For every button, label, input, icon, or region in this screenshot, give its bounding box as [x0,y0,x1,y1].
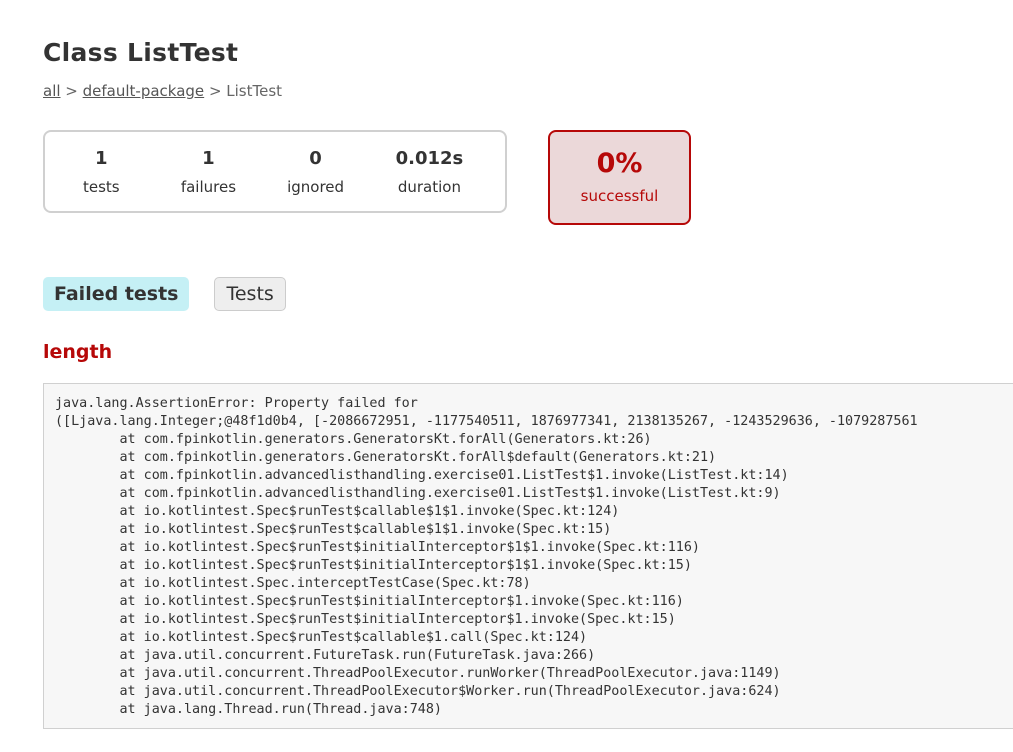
success-rate-box: 0% successful [548,130,691,225]
ignored-label: ignored [287,177,345,196]
tab-bar: Failed tests Tests [43,277,311,311]
tests-label: tests [82,177,120,196]
counters-box: 1 tests 1 failures 0 ignored 0.012s dura… [43,130,507,213]
failures-counter: 1 failures [140,148,278,196]
ignored-count: 0 [309,147,322,169]
tab-tests[interactable]: Tests [214,277,286,311]
page-title: Class ListTest [43,38,239,67]
page: Class ListTest all > default-package > L… [43,38,1013,729]
breadcrumb-link-all[interactable]: all [43,82,61,100]
duration-value: 0.012s [395,147,464,169]
breadcrumb: all > default-package > ListTest [43,82,1013,100]
duration-label: duration [397,177,461,196]
failed-test-name: length [43,341,113,363]
stack-trace: java.lang.AssertionError: Property faile… [43,383,1013,729]
tab-failed-tests[interactable]: Failed tests [43,277,190,311]
summary: 1 tests 1 failures 0 ignored 0.012s dura… [43,130,691,225]
failures-count: 1 [202,147,215,169]
success-rate-label: successful [580,187,659,205]
breadcrumb-separator: > [204,82,227,100]
duration-counter: 0.012s duration [354,148,505,196]
tests-count: 1 [95,147,108,169]
breadcrumb-link-package[interactable]: default-package [83,82,205,100]
tests-counter: 1 tests [63,148,140,196]
breadcrumb-separator: > [60,82,83,100]
ignored-counter: 0 ignored [277,148,354,196]
success-rate-value: 0% [596,148,643,179]
breadcrumb-current: ListTest [226,82,283,100]
failures-label: failures [180,177,237,196]
